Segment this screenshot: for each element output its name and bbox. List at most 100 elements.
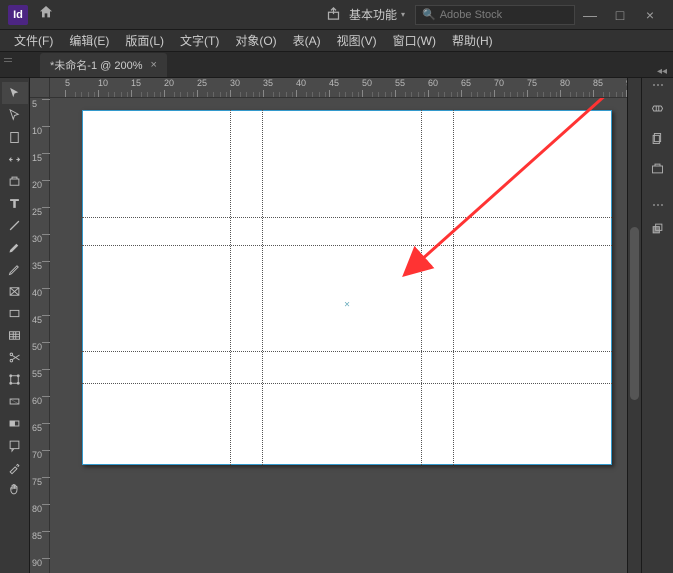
ruler-tick: 65: [32, 423, 42, 433]
eyedropper-tool[interactable]: [2, 456, 28, 478]
app-logo: Id: [8, 5, 28, 25]
page-tool[interactable]: [2, 126, 28, 148]
workspace-switcher[interactable]: 基本功能 ▾: [349, 6, 405, 23]
ruler-tick: 75: [32, 477, 42, 487]
rectangle-tool[interactable]: [2, 302, 28, 324]
rectangle-frame-tool[interactable]: [2, 280, 28, 302]
content-collector-tool[interactable]: [2, 170, 28, 192]
ruler-tick: 50: [362, 78, 372, 88]
search-placeholder: Adobe Stock: [440, 9, 502, 21]
page-frame: [82, 110, 612, 465]
cc-libraries-panel-icon[interactable]: [646, 156, 670, 180]
ruler-tick: 15: [131, 78, 141, 88]
table-tool[interactable]: [2, 324, 28, 346]
ruler-tick: 55: [395, 78, 405, 88]
ruler-tick: 70: [32, 450, 42, 460]
tool-panel: [0, 78, 30, 573]
guide-vertical[interactable]: [230, 110, 231, 465]
right-panel-dock: [641, 78, 673, 573]
panel-grip-icon: [653, 84, 663, 86]
line-tool[interactable]: [2, 214, 28, 236]
close-button[interactable]: ×: [635, 7, 665, 23]
ruler-tick: 85: [32, 531, 42, 541]
guide-horizontal[interactable]: [82, 217, 612, 218]
color-panel-icon[interactable]: [646, 216, 670, 240]
menu-item[interactable]: 表(A): [285, 32, 329, 49]
guide-horizontal[interactable]: [82, 383, 612, 384]
menu-item[interactable]: 帮助(H): [444, 32, 501, 49]
ruler-tick: 20: [164, 78, 174, 88]
center-marker-icon: ×: [344, 300, 350, 311]
minimize-button[interactable]: —: [575, 7, 605, 23]
ruler-tick: 55: [32, 369, 42, 379]
ruler-tick: 20: [32, 180, 42, 190]
guide-horizontal[interactable]: [82, 245, 612, 246]
scissors-tool[interactable]: [2, 346, 28, 368]
document-canvas[interactable]: ×: [50, 98, 627, 573]
pen-tool[interactable]: [2, 236, 28, 258]
ruler-tick: 40: [32, 288, 42, 298]
pencil-tool[interactable]: [2, 258, 28, 280]
ruler-tick: 40: [296, 78, 306, 88]
menu-item[interactable]: 窗口(W): [385, 32, 444, 49]
vertical-ruler[interactable]: 51015202530354045505560657075808590: [30, 98, 50, 573]
ruler-tick: 45: [32, 315, 42, 325]
ruler-tick: 30: [32, 234, 42, 244]
ruler-tick: 60: [32, 396, 42, 406]
gradient-feather-tool[interactable]: [2, 412, 28, 434]
ruler-tick: 85: [593, 78, 603, 88]
ruler-tick: 60: [428, 78, 438, 88]
ruler-tick: 70: [494, 78, 504, 88]
selection-tool[interactable]: [2, 82, 28, 104]
ruler-tick: 10: [32, 126, 42, 136]
ruler-origin[interactable]: [30, 78, 50, 98]
scrollbar-thumb[interactable]: [630, 227, 639, 400]
ruler-tick: 10: [98, 78, 108, 88]
direct-selection-tool[interactable]: [2, 104, 28, 126]
search-input[interactable]: 🔍 Adobe Stock: [415, 5, 575, 25]
ruler-tick: 75: [527, 78, 537, 88]
tab-close-icon[interactable]: ×: [150, 59, 156, 71]
hand-tool[interactable]: [2, 478, 28, 500]
share-icon[interactable]: [326, 6, 341, 24]
guide-vertical[interactable]: [262, 110, 263, 465]
menubar: 文件(F)编辑(E)版面(L)文字(T)对象(O)表(A)视图(V)窗口(W)帮…: [0, 30, 673, 52]
page[interactable]: ×: [82, 110, 612, 465]
ruler-tick: 80: [560, 78, 570, 88]
gradient-swatch-tool[interactable]: [2, 390, 28, 412]
panel-grip-icon: [4, 58, 12, 62]
type-tool[interactable]: [2, 192, 28, 214]
note-tool[interactable]: [2, 434, 28, 456]
properties-panel-icon[interactable]: [646, 96, 670, 120]
tab-title: *未命名-1 @ 200%: [50, 57, 142, 73]
menu-item[interactable]: 对象(O): [227, 32, 284, 49]
ruler-tick: 90: [32, 558, 42, 568]
menu-item[interactable]: 视图(V): [329, 32, 385, 49]
menu-item[interactable]: 文字(T): [172, 32, 227, 49]
search-icon: 🔍: [422, 8, 436, 21]
workspace-label: 基本功能: [349, 6, 397, 23]
horizontal-ruler[interactable]: 51015202530354045505560657075808590: [50, 78, 627, 98]
ruler-tick: 50: [32, 342, 42, 352]
guide-vertical[interactable]: [453, 110, 454, 465]
ruler-tick: 25: [32, 207, 42, 217]
chevron-down-icon: ▾: [401, 10, 405, 19]
free-transform-tool[interactable]: [2, 368, 28, 390]
gap-tool[interactable]: [2, 148, 28, 170]
guide-horizontal[interactable]: [82, 351, 612, 352]
ruler-tick: 35: [32, 261, 42, 271]
ruler-tick: 5: [32, 99, 37, 109]
maximize-button[interactable]: □: [605, 7, 635, 23]
collapse-panels-icon[interactable]: ◂◂: [657, 66, 667, 77]
guide-vertical[interactable]: [421, 110, 422, 465]
menu-item[interactable]: 版面(L): [117, 32, 172, 49]
pages-panel-icon[interactable]: [646, 126, 670, 150]
vertical-scrollbar[interactable]: [627, 78, 641, 573]
document-tab[interactable]: *未命名-1 @ 200% ×: [40, 53, 167, 77]
menu-item[interactable]: 文件(F): [6, 32, 61, 49]
menu-item[interactable]: 编辑(E): [61, 32, 117, 49]
ruler-tick: 45: [329, 78, 339, 88]
panel-grip-icon: [653, 204, 663, 206]
home-icon[interactable]: [38, 4, 54, 25]
ruler-tick: 5: [65, 78, 70, 88]
